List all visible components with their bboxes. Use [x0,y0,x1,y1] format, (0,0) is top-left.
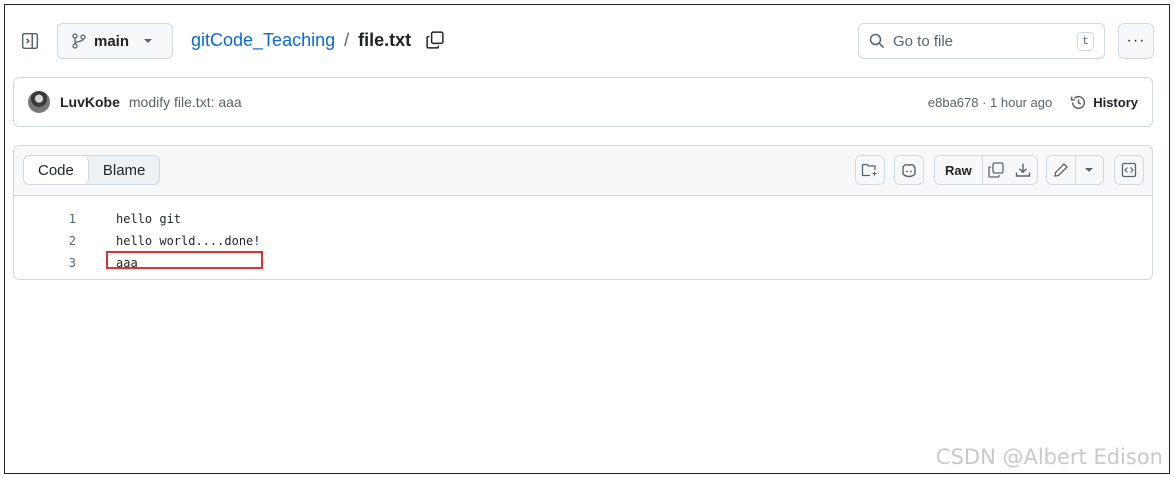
line-number[interactable]: 3 [14,256,76,270]
line-number[interactable]: 1 [14,212,76,226]
pencil-icon [1053,162,1069,178]
search-shortcut-key: t [1077,32,1094,51]
copy-raw-button[interactable] [983,156,1010,184]
history-button[interactable]: History [1070,94,1138,111]
avatar[interactable] [28,91,50,113]
go-to-file-search[interactable]: Go to file t [858,23,1105,59]
annotation-highlight-box [106,251,263,269]
copilot-icon [900,162,918,178]
code-square-icon [1121,162,1137,178]
history-icon [1070,94,1087,111]
breadcrumb: gitCode_Teaching / file.txt [191,29,446,51]
breadcrumb-repo-link[interactable]: gitCode_Teaching [191,30,335,51]
symbols-panel-button[interactable] [855,155,885,185]
edit-file-button[interactable] [1047,156,1076,184]
tab-code[interactable]: Code [24,156,89,184]
copilot-button[interactable] [894,155,924,185]
raw-button[interactable]: Raw [935,156,983,184]
commit-message[interactable]: modify file.txt: aaa [129,94,242,110]
line-content: hello world....done! [116,234,261,248]
watermark: CSDN @Albert Edison [935,445,1163,469]
sidebar-toggle-icon[interactable] [17,25,43,57]
latest-commit-bar: LuvKobe modify file.txt: aaa e8ba678 · 1… [13,77,1153,127]
breadcrumb-separator: / [344,29,350,50]
edit-group [1046,155,1104,185]
history-label: History [1093,94,1138,110]
file-toolbar: Code Blame Raw [14,146,1152,196]
branch-name: main [94,32,130,50]
more-options-button[interactable]: ··· [1118,23,1154,59]
git-branch-icon [72,33,86,49]
file-directory-symbol-icon [861,162,879,178]
edit-dropdown-button[interactable] [1076,156,1104,184]
code-line: 2 hello world....done! [14,230,1152,252]
view-mode-toggle: Code Blame [23,155,161,185]
search-placeholder: Go to file [893,32,954,50]
line-number[interactable]: 2 [14,234,76,248]
chevron-down-icon [1084,167,1094,173]
commit-hash-time[interactable]: e8ba678 · 1 hour ago [928,95,1052,110]
code-view: 1 hello git 2 hello world....done! 3 aaa [14,196,1152,274]
github-file-view: main gitCode_Teaching / file.txt Go to f… [4,4,1170,474]
copy-icon [988,162,1004,178]
tab-blame[interactable]: Blame [89,156,160,184]
raw-copy-download-group: Raw [934,155,1038,185]
symbols-toggle-button[interactable] [1114,155,1144,185]
chevron-down-icon [143,38,153,44]
copy-path-icon[interactable] [424,29,446,51]
file-content-box: Code Blame Raw 1 hello git 2 hello world… [13,145,1153,280]
file-topbar: main gitCode_Teaching / file.txt Go to f… [5,5,1169,79]
download-button[interactable] [1010,156,1037,184]
code-line: 1 hello git [14,208,1152,230]
download-icon [1015,162,1031,178]
branch-selector-button[interactable]: main [57,23,173,59]
commit-author[interactable]: LuvKobe [60,94,120,110]
breadcrumb-file-name: file.txt [358,29,412,50]
line-content: hello git [116,212,182,226]
search-icon [869,33,885,49]
